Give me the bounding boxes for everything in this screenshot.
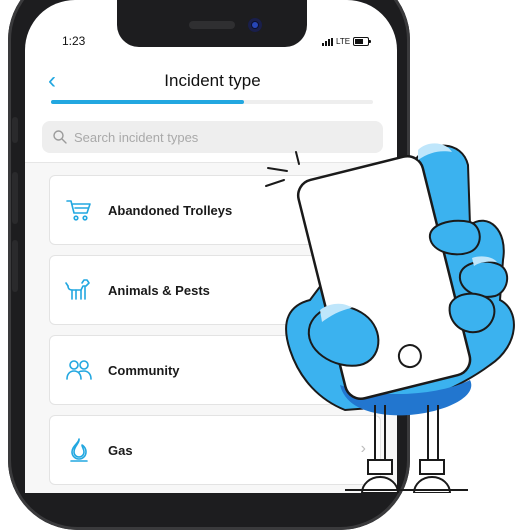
incident-type-label: Community	[108, 362, 180, 378]
incident-type-item-animals-pests[interactable]: Animals & Pests	[49, 255, 381, 325]
front-camera	[248, 18, 262, 32]
network-type: LTE	[336, 37, 351, 46]
status-time: 1:23	[62, 34, 86, 48]
silent-switch	[12, 117, 18, 143]
back-chevron-icon[interactable]: ‹	[48, 69, 56, 93]
volume-down-button	[12, 240, 18, 292]
flame-icon	[64, 435, 94, 465]
incident-type-label: Animals & Pests	[108, 282, 210, 298]
search-bar[interactable]	[42, 121, 383, 153]
dog-icon	[64, 275, 94, 305]
search-icon	[53, 130, 67, 144]
incident-type-item-gas[interactable]: Gas ›	[49, 415, 381, 485]
people-icon	[64, 355, 94, 385]
phone-notch	[117, 0, 307, 47]
volume-up-button	[12, 172, 18, 224]
incident-type-label: Abandoned Trolleys	[108, 202, 233, 218]
signal-icon	[322, 37, 333, 46]
progress-bar	[51, 100, 373, 104]
shopping-cart-icon	[64, 195, 94, 225]
incident-type-item-community[interactable]: Community	[49, 335, 381, 405]
progress-bar-fill	[51, 100, 245, 104]
status-indicators: LTE	[322, 37, 372, 46]
incident-type-item-abandoned-trolleys[interactable]: Abandoned Trolleys	[49, 175, 381, 245]
header-divider	[25, 162, 397, 163]
page-title: Incident type	[164, 71, 261, 90]
chevron-right-icon: ›	[360, 440, 366, 457]
battery-icon	[353, 37, 372, 46]
incident-type-label: Gas	[108, 442, 133, 458]
search-input[interactable]	[72, 128, 356, 146]
speaker-grille	[189, 21, 235, 29]
